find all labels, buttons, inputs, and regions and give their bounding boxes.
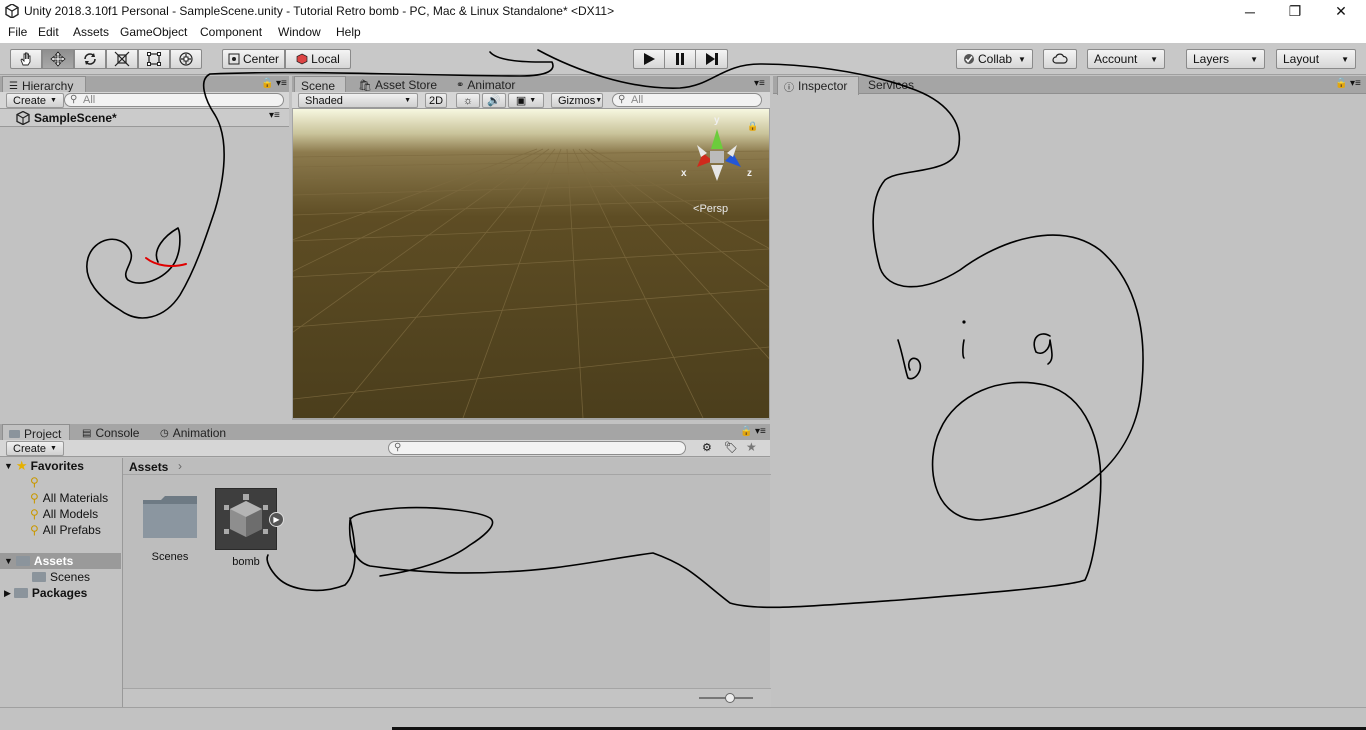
red-stroke xyxy=(145,257,187,267)
drawing-strokes xyxy=(86,49,1144,609)
freehand-drawing-overlay: big xyxy=(86,49,1144,609)
